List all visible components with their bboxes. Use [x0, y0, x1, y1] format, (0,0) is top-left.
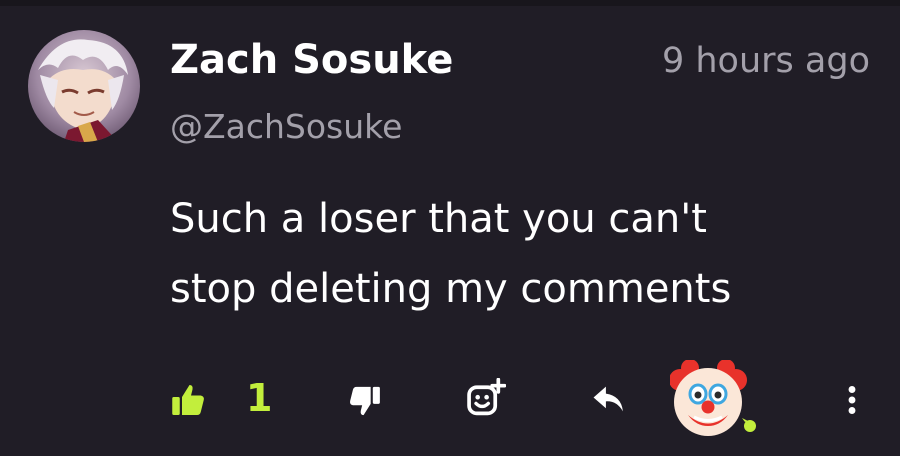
like-button[interactable] [170, 382, 206, 418]
like-count: 1 [246, 376, 273, 420]
comment-text-line: stop deleting my comments [170, 266, 732, 312]
avatar[interactable] [28, 30, 140, 142]
avatar-image [28, 30, 140, 142]
more-vertical-icon [848, 386, 856, 414]
thumbs-down-icon [350, 386, 380, 416]
reaction-badge[interactable] [670, 360, 756, 440]
comment-text-line: Such a loser that you can't [170, 196, 707, 242]
dislike-button[interactable] [348, 384, 382, 418]
comment-action-bar: 1 [0, 360, 900, 440]
author-handle[interactable]: @ZachSosuke [170, 106, 402, 148]
add-emoji-icon [467, 378, 506, 416]
author-name[interactable]: Zach Sosuke [170, 36, 453, 84]
comment-timestamp: 9 hours ago [661, 41, 870, 81]
comment-card: Zach Sosuke 9 hours ago @ZachSosuke Such… [0, 0, 900, 456]
more-options-button[interactable] [840, 382, 864, 418]
clown-face-icon [670, 360, 756, 436]
comment-text: Such a loser that you can't stop deletin… [170, 184, 870, 324]
add-emoji-button[interactable] [466, 378, 506, 418]
reply-icon [593, 386, 623, 412]
reply-button[interactable] [590, 382, 628, 416]
thumbs-up-icon [172, 385, 204, 415]
